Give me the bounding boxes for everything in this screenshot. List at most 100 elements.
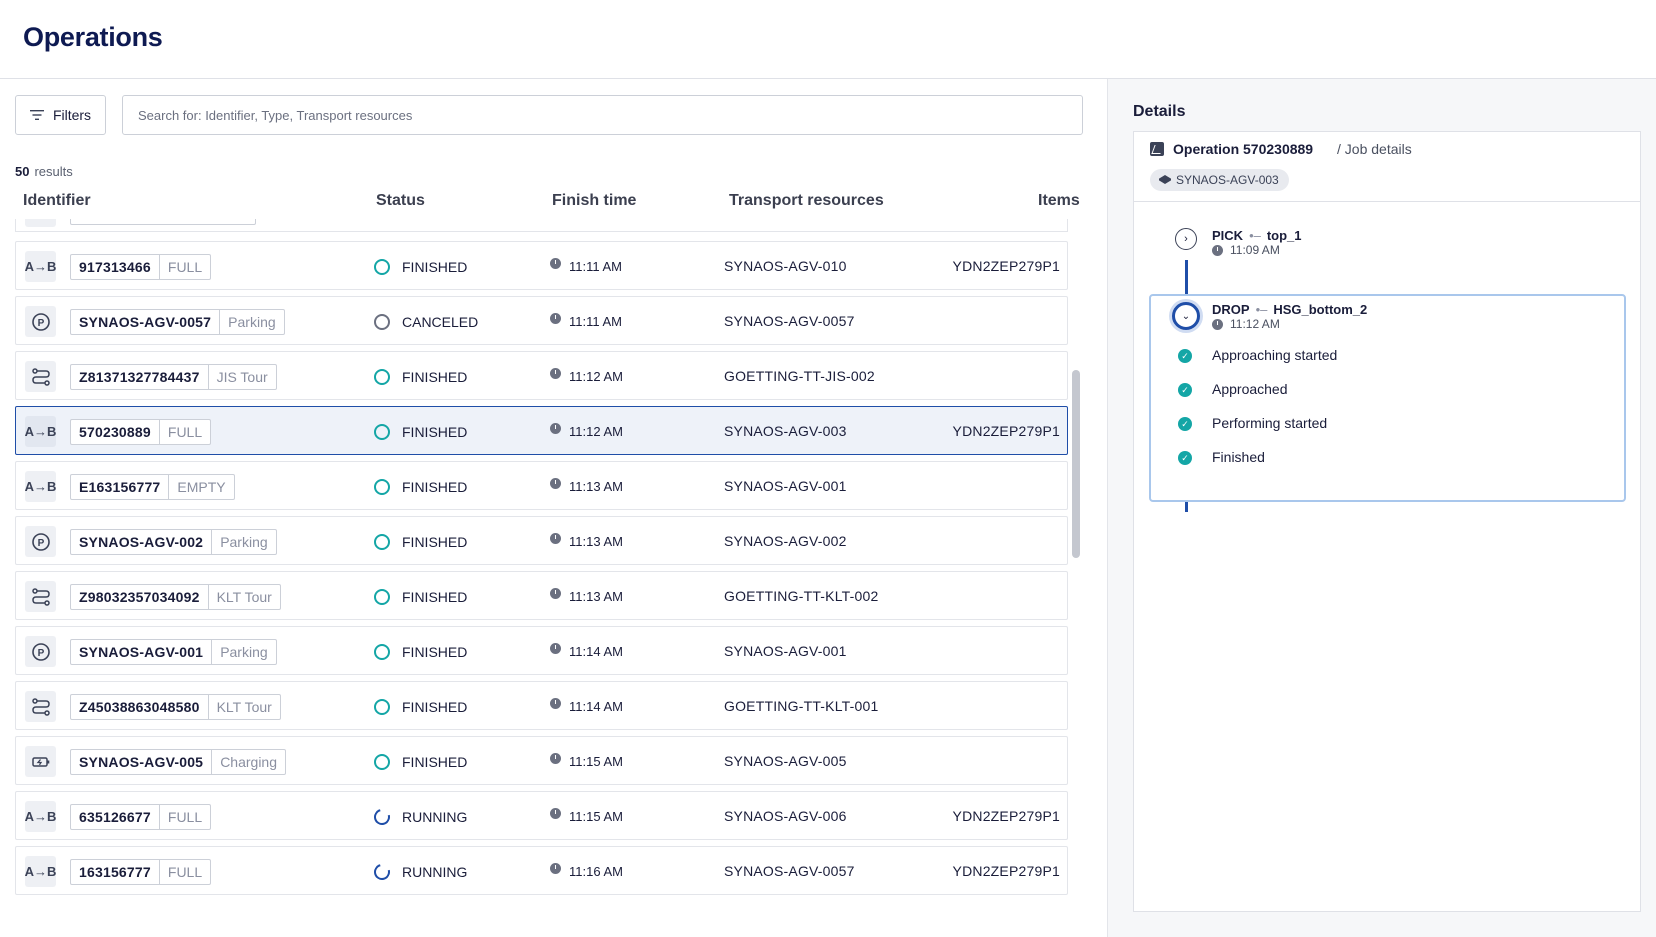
search-input[interactable] xyxy=(122,95,1083,135)
table-row[interactable]: A→B 635126677 FULL RUNNING 11:15 AM SYNAOS-AG… xyxy=(15,791,1068,840)
row-transport-resource: SYNAOS-AGV-0057 xyxy=(724,863,855,879)
table-row[interactable]: P SYNAOS-AGV-0057 Parking CANCELED 11:11 AM S… xyxy=(15,296,1068,345)
clock-icon xyxy=(1212,244,1223,256)
column-items[interactable]: Items xyxy=(1038,192,1080,210)
row-stub-chip xyxy=(70,219,256,225)
table-row-partial[interactable] xyxy=(15,219,1068,232)
row-status-text: FINISHED xyxy=(402,479,468,495)
row-identifier: Z98032357034092 xyxy=(79,589,200,605)
operation-type-icon xyxy=(25,361,56,392)
operation-type-icon: A→B xyxy=(25,416,56,447)
table-row[interactable]: A→B E163156777 EMPTY FINISHED 11:13 AM SYNAOS… xyxy=(15,461,1068,510)
chevron-right-icon: › xyxy=(1184,233,1188,245)
row-identifier: SYNAOS-AGV-001 xyxy=(79,644,204,660)
table-row[interactable]: A→B 917313466 FULL FINISHED 11:11 AM SYNAOS-A… xyxy=(15,241,1068,290)
drop-collapse-toggle[interactable]: ⌄ xyxy=(1172,302,1200,330)
clock-icon xyxy=(550,588,561,599)
row-finish-time-text: 11:15 AM xyxy=(569,754,623,769)
status-indicator-icon xyxy=(374,644,390,660)
row-finish-time-text: 11:12 AM xyxy=(569,424,623,439)
row-transport-resource: GOETTING-TT-JIS-002 xyxy=(724,368,875,384)
table-row[interactable]: A→B 570230889 FULL FINISHED 11:12 AM SYNAOS-A… xyxy=(15,406,1068,455)
drop-time: 11:12 AM xyxy=(1212,317,1280,331)
table-row[interactable]: Z98032357034092 KLT Tour FINISHED 11:13 AM G… xyxy=(15,571,1068,620)
row-status: FINISHED xyxy=(374,424,467,440)
table-row[interactable]: Z81371327784437 JIS Tour FINISHED 11:12 AM G… xyxy=(15,351,1068,400)
status-indicator-icon xyxy=(371,861,393,883)
identifier-chip: Z45038863048580 KLT Tour xyxy=(70,694,281,720)
substep-label: Performing started xyxy=(1212,415,1328,431)
operations-list-panel: Filters 50 results Identifier Status Fini… xyxy=(0,79,1107,937)
row-type-tag: Charging xyxy=(211,750,285,774)
pick-expand-toggle[interactable]: › xyxy=(1175,228,1197,250)
row-finish-time: 11:11 AM xyxy=(550,313,622,329)
agv-chip-label: SYNAOS-AGV-003 xyxy=(1176,173,1279,187)
row-identifier: Z81371327784437 xyxy=(79,369,200,385)
substep-label: Finished xyxy=(1212,449,1265,465)
clock-icon xyxy=(1212,318,1223,330)
results-count: 50 results xyxy=(15,164,73,179)
table-row[interactable]: SYNAOS-AGV-005 Charging FINISHED 11:15 AM SY… xyxy=(15,736,1068,785)
row-type-tag: FULL xyxy=(158,860,210,884)
scrollbar-track[interactable] xyxy=(1071,219,1081,937)
column-finish-time[interactable]: Finish time xyxy=(552,192,636,210)
clock-icon xyxy=(550,643,561,654)
row-status-text: FINISHED xyxy=(402,369,468,385)
details-heading: Details xyxy=(1133,103,1186,120)
a-to-b-icon: A→B xyxy=(24,479,57,494)
table-row[interactable]: Z45038863048580 KLT Tour FINISHED 11:14 AM G… xyxy=(15,681,1068,730)
status-indicator-icon xyxy=(374,754,390,770)
row-type-tag: EMPTY xyxy=(168,475,233,499)
row-finish-time: 11:12 AM xyxy=(550,423,623,439)
row-items: YDN2ZEP279P1 xyxy=(952,808,1060,824)
row-identifier: 163156777 xyxy=(79,864,151,880)
status-indicator-icon xyxy=(374,699,390,715)
identifier-chip: SYNAOS-AGV-005 Charging xyxy=(70,749,287,775)
results-number: 50 xyxy=(15,164,30,179)
operation-icon xyxy=(1150,142,1164,156)
row-type-tag: Parking xyxy=(219,310,283,334)
row-type-tag: FULL xyxy=(158,805,210,829)
row-transport-resource: SYNAOS-AGV-001 xyxy=(724,478,847,494)
substep-label: Approaching started xyxy=(1212,347,1338,363)
column-transport-resources[interactable]: Transport resources xyxy=(729,192,884,210)
row-status: FINISHED xyxy=(374,754,467,770)
row-status: FINISHED xyxy=(374,369,467,385)
drop-step-title: DROP •– HSG_bottom_2 xyxy=(1212,302,1367,317)
operation-type-icon xyxy=(25,746,56,777)
check-icon: ✓ xyxy=(1178,383,1192,397)
status-indicator-icon xyxy=(371,806,393,828)
row-identifier: 635126677 xyxy=(79,809,151,825)
row-transport-resource: SYNAOS-AGV-001 xyxy=(724,643,847,659)
status-indicator-icon xyxy=(374,314,390,330)
operation-title: Operation 570230889 xyxy=(1173,141,1314,157)
status-indicator-icon xyxy=(374,589,390,605)
agv-chip[interactable]: SYNAOS-AGV-003 xyxy=(1150,169,1289,191)
table-row[interactable]: A→B 163156777 FULL RUNNING 11:16 AM SYNAOS-AG… xyxy=(15,846,1068,895)
parking-icon: P xyxy=(31,532,50,551)
row-identifier: SYNAOS-AGV-0057 xyxy=(79,314,212,330)
identifier-chip: 635126677 FULL xyxy=(70,804,212,830)
details-panel: Details Operation 570230889 / Job detail… xyxy=(1107,79,1656,937)
pick-time-text: 11:09 AM xyxy=(1230,243,1280,257)
operation-type-icon: A→B xyxy=(25,251,56,282)
identifier-chip: SYNAOS-AGV-0057 Parking xyxy=(70,309,285,335)
column-identifier[interactable]: Identifier xyxy=(23,192,91,210)
identifier-chip: 570230889 FULL xyxy=(70,419,212,445)
operation-type-icon: P xyxy=(25,636,56,667)
results-label: results xyxy=(34,164,73,179)
row-finish-time: 11:14 AM xyxy=(550,698,623,714)
table-row[interactable]: P SYNAOS-AGV-001 Parking FINISHED 11:14 AM SY… xyxy=(15,626,1068,675)
column-status[interactable]: Status xyxy=(376,192,425,210)
filters-button[interactable]: Filters xyxy=(15,95,106,135)
table-row[interactable]: P SYNAOS-AGV-002 Parking FINISHED 11:13 AM SY… xyxy=(15,516,1068,565)
clock-icon xyxy=(550,698,561,709)
row-transport-resource: GOETTING-TT-KLT-001 xyxy=(724,698,879,714)
scrollbar-thumb[interactable] xyxy=(1072,370,1080,558)
tour-route-icon xyxy=(31,697,50,716)
status-indicator-icon xyxy=(374,369,390,385)
identifier-chip: Z81371327784437 JIS Tour xyxy=(70,364,277,390)
pick-location: top_1 xyxy=(1266,228,1302,243)
row-stub xyxy=(25,219,56,227)
job-details-breadcrumb[interactable]: / Job details xyxy=(1337,141,1412,157)
